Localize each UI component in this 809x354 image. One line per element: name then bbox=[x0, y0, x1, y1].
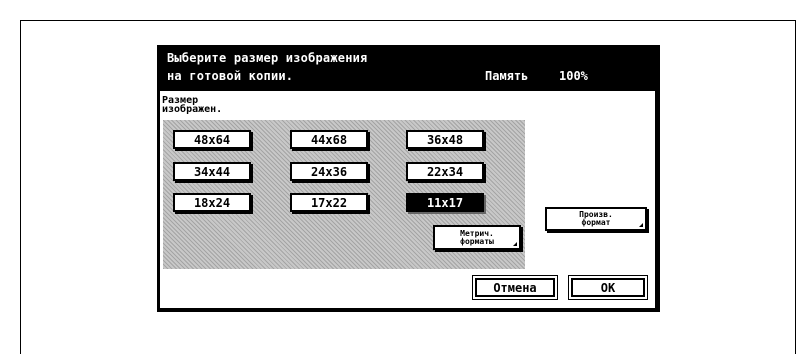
dialog-panel: Выберите размер изображения на готовой к… bbox=[157, 45, 660, 312]
size-button-18x24[interactable]: 18x24 bbox=[173, 193, 251, 212]
size-button-34x44[interactable]: 34x44 bbox=[173, 162, 251, 181]
custom-format-label: Произв. формат bbox=[579, 210, 613, 227]
size-button-48x64[interactable]: 48x64 bbox=[173, 130, 251, 149]
size-button-44x68[interactable]: 44x68 bbox=[290, 130, 368, 149]
ok-label: OK bbox=[600, 280, 616, 295]
dialog-body: Размер изображен. 48x64 44x68 36x48 34x4… bbox=[159, 90, 656, 309]
ok-button[interactable]: OK bbox=[568, 275, 648, 300]
size-button-11x17[interactable]: 11x17 bbox=[406, 193, 484, 212]
header-title-line1: Выберите размер изображения bbox=[167, 51, 368, 65]
header-title-line2: на готовой копии. bbox=[167, 69, 294, 83]
size-button-24x36[interactable]: 24x36 bbox=[290, 162, 368, 181]
corner-arrow-icon bbox=[639, 223, 643, 227]
cancel-button[interactable]: Отмена bbox=[472, 275, 558, 300]
metric-formats-label: Метрич. форматы bbox=[460, 228, 494, 246]
cancel-label: Отмена bbox=[493, 280, 537, 295]
size-button-22x34[interactable]: 22x34 bbox=[406, 162, 484, 181]
size-grid: 48x64 44x68 36x48 34x44 24x36 22x34 18x2… bbox=[163, 120, 525, 269]
size-button-17x22[interactable]: 17x22 bbox=[290, 193, 368, 212]
memory-label: Память bbox=[485, 69, 529, 83]
custom-format-button[interactable]: Произв. формат bbox=[545, 207, 647, 231]
memory-value: 100% bbox=[559, 69, 588, 83]
size-button-36x48[interactable]: 36x48 bbox=[406, 130, 484, 149]
metric-formats-button[interactable]: Метрич. форматы bbox=[433, 225, 521, 250]
corner-arrow-icon bbox=[513, 242, 517, 246]
section-label: Размер изображен. bbox=[162, 95, 223, 115]
